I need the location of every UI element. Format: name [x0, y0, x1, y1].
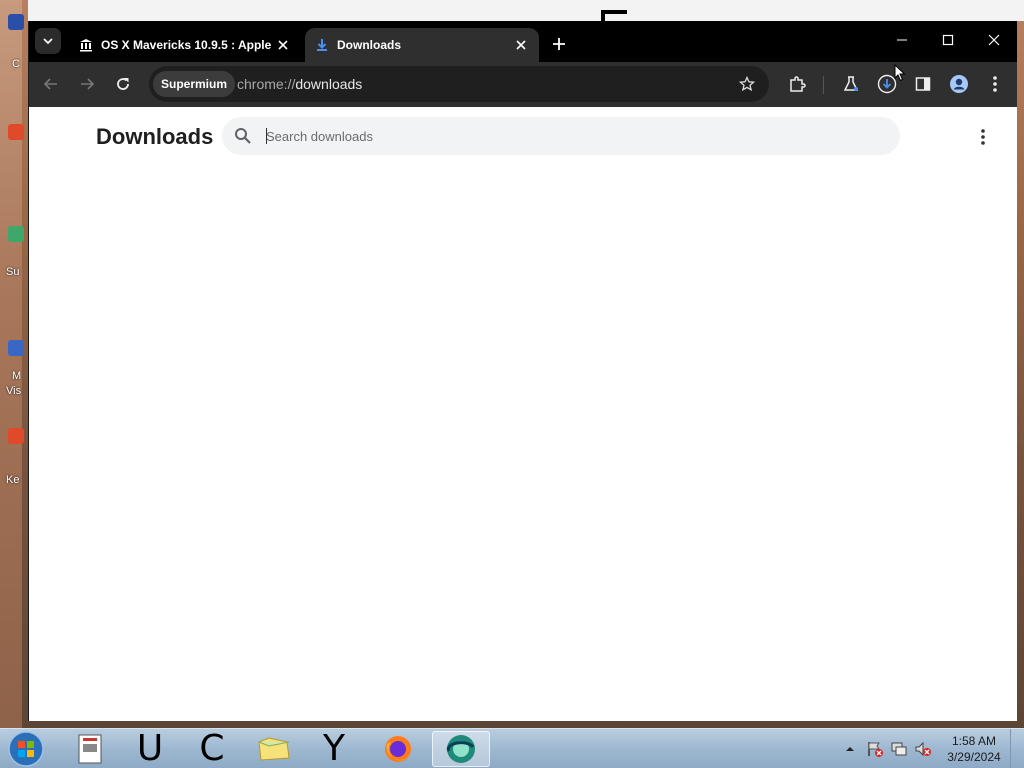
background-window-glyph: [601, 10, 627, 21]
desktop-wallpaper-strip: [0, 0, 22, 728]
arrow-right-icon: [81, 78, 95, 90]
desktop-icon-label: Vis: [6, 385, 22, 397]
taskbar-app-folder[interactable]: [246, 731, 302, 767]
show-desktop-button[interactable]: [1010, 729, 1024, 768]
puzzle-icon: [790, 76, 806, 92]
close-icon: [988, 34, 1000, 46]
kebab-menu-icon: [981, 129, 985, 145]
desktop-icon[interactable]: [8, 226, 24, 242]
labs-button[interactable]: [837, 70, 865, 98]
taskbar-app-firefox[interactable]: [370, 731, 426, 767]
browser-window: OS X Mavericks 10.9.5 : Apple Downloads: [28, 21, 1017, 721]
arrow-left-icon: [43, 78, 57, 90]
taskbar: U C Y 1:58 AM 3/29/2024: [0, 728, 1024, 768]
firefox-icon: [385, 736, 411, 762]
desktop-icon[interactable]: [8, 340, 24, 356]
museum-icon: [80, 39, 92, 52]
desktop-icon[interactable]: [8, 124, 24, 140]
taskbar-letter: C: [199, 728, 225, 768]
clock-time: 1:58 AM: [951, 734, 997, 748]
profile-button[interactable]: [945, 70, 973, 98]
taskbar-app-archive[interactable]: [62, 731, 118, 767]
taskbar-app-c[interactable]: C: [184, 731, 240, 767]
search-downloads-box[interactable]: [222, 117, 900, 155]
desktop-icon[interactable]: [8, 14, 24, 30]
tray-expand-icon[interactable]: [842, 741, 858, 757]
side-panel-button[interactable]: [909, 70, 937, 98]
mouse-cursor-icon: [894, 64, 906, 82]
star-icon: [739, 76, 755, 92]
close-window-button[interactable]: [971, 25, 1017, 55]
toolbar: Supermium chrome://downloads: [29, 62, 1017, 107]
archive-icon: [78, 734, 102, 764]
back-button[interactable]: [37, 70, 65, 98]
network-icon[interactable]: [890, 740, 908, 758]
forward-button[interactable]: [73, 70, 101, 98]
taskbar-letter: U: [136, 728, 164, 768]
tab-downloads[interactable]: Downloads: [305, 28, 539, 62]
plus-icon: [553, 38, 565, 50]
minimize-icon: [897, 39, 907, 41]
tab-os-x-mavericks[interactable]: OS X Mavericks 10.9.5 : Apple: [69, 28, 301, 62]
taskbar-app-u[interactable]: U: [122, 731, 178, 767]
close-icon: [278, 40, 288, 50]
tab-close-button[interactable]: [513, 37, 529, 53]
windows-logo-icon: [8, 731, 44, 767]
maximize-button[interactable]: [925, 25, 971, 55]
page-title: Downloads: [96, 124, 214, 149]
taskbar-app-supermium[interactable]: [432, 731, 490, 767]
extensions-button[interactable]: [783, 70, 811, 98]
background-window: [28, 0, 1024, 21]
desktop-icon-label: C: [12, 58, 20, 70]
new-tab-button[interactable]: [547, 32, 571, 56]
reload-icon: [117, 78, 129, 90]
action-center-icon[interactable]: [866, 740, 884, 758]
maximize-icon: [942, 34, 954, 46]
desktop-icon-label: Su: [6, 266, 20, 278]
address-url[interactable]: chrome://downloads: [237, 66, 362, 102]
avatar-icon: [950, 75, 968, 93]
clock-date: 3/29/2024: [947, 750, 1001, 764]
url-host: downloads: [295, 76, 363, 92]
tab-strip: OS X Mavericks 10.9.5 : Apple Downloads: [29, 21, 1017, 62]
desktop-icon-label: M: [12, 370, 22, 382]
downloads-page: Downloads: [29, 107, 1017, 721]
tab-close-button[interactable]: [275, 37, 291, 53]
tab-title: OS X Mavericks 10.9.5 : Apple: [101, 38, 272, 52]
reload-button[interactable]: [109, 70, 137, 98]
text-caret: [266, 128, 267, 144]
desktop-icon-label: Ke: [6, 474, 20, 486]
chevron-down-icon: [43, 38, 53, 45]
start-button[interactable]: [6, 731, 46, 767]
address-bar[interactable]: Supermium chrome://downloads: [149, 66, 769, 102]
desktop-icon[interactable]: [8, 428, 24, 444]
browser-name-chip[interactable]: Supermium: [153, 71, 236, 97]
download-icon: [317, 39, 327, 51]
tab-title: Downloads: [337, 38, 402, 52]
kebab-menu-icon: [993, 76, 997, 92]
toolbar-separator: [823, 76, 824, 94]
volume-muted-icon[interactable]: [914, 740, 932, 758]
taskbar-app-y[interactable]: Y: [306, 731, 362, 767]
side-panel-icon: [915, 77, 931, 91]
minimize-button[interactable]: [879, 25, 925, 55]
url-scheme: chrome://: [237, 76, 296, 92]
system-tray: [842, 729, 932, 768]
tab-search-button[interactable]: [35, 28, 61, 54]
browser-menu-button[interactable]: [981, 70, 1009, 98]
supermium-icon: [446, 735, 475, 763]
search-downloads-input[interactable]: [266, 117, 886, 155]
bookmark-star-button[interactable]: [735, 72, 759, 96]
folder-icon: [258, 737, 290, 761]
downloads-page-menu-button[interactable]: [971, 125, 995, 149]
search-icon: [235, 128, 251, 144]
flask-icon: [843, 76, 859, 91]
close-icon: [516, 40, 526, 50]
taskbar-clock[interactable]: 1:58 AM 3/29/2024: [944, 733, 1004, 765]
taskbar-letter: Y: [323, 728, 345, 768]
